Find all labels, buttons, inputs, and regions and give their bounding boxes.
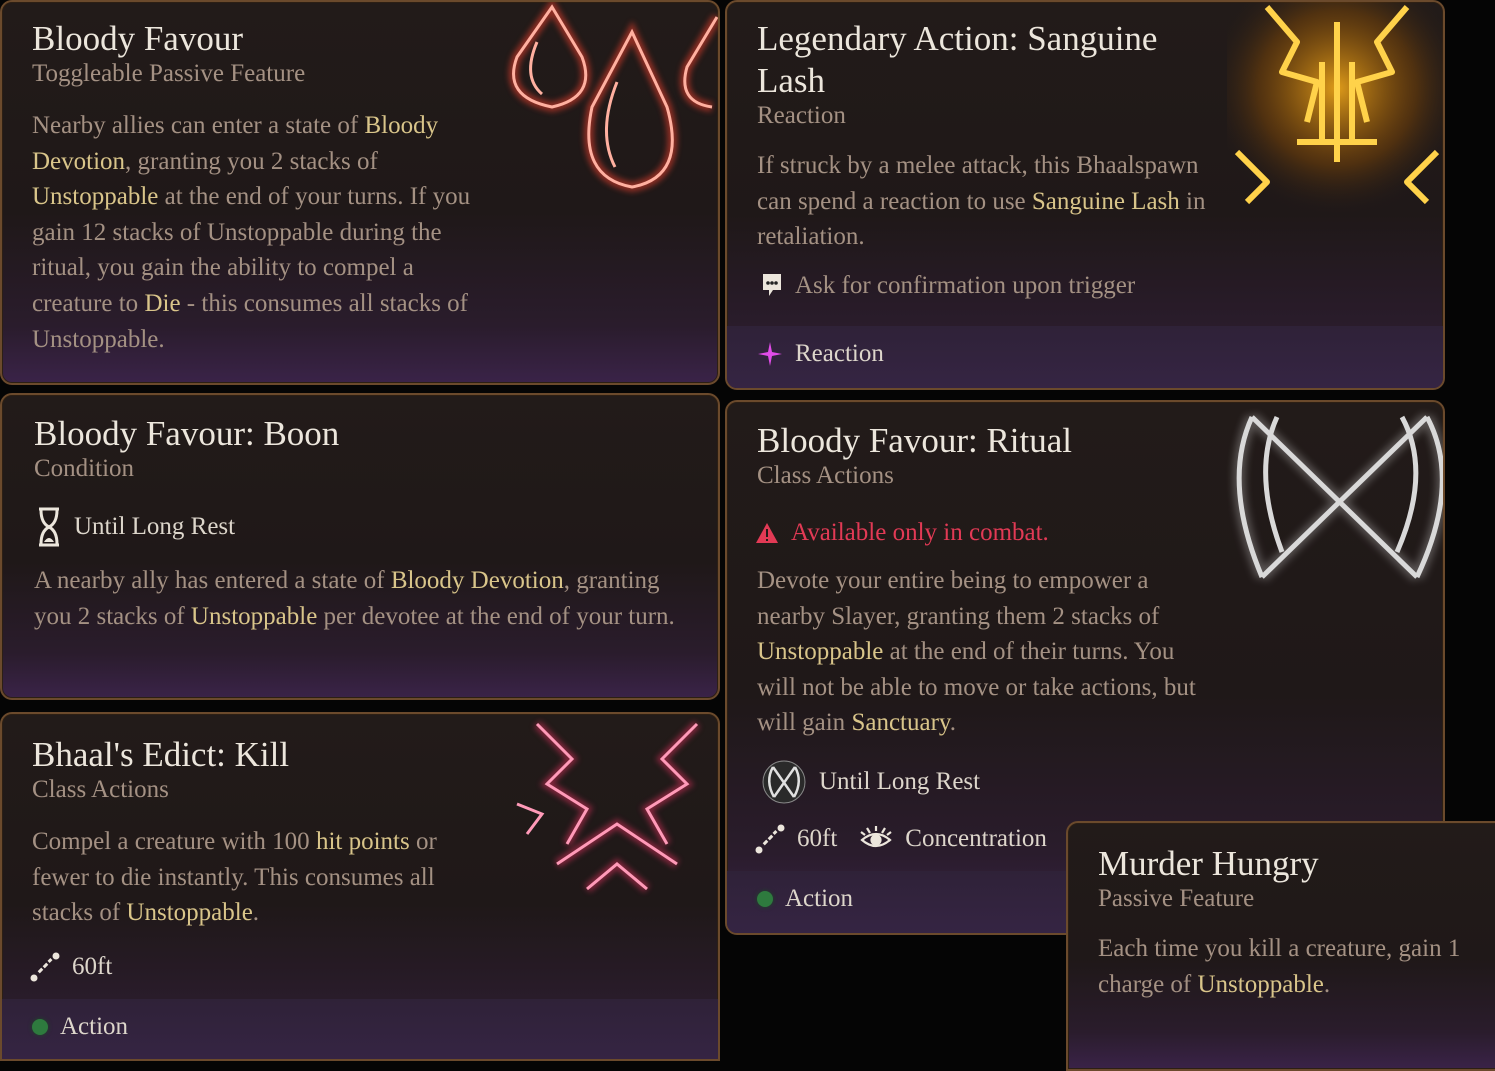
card-description: Compel a creature with 100 hit points or… (32, 824, 492, 931)
card-description: A nearby ally has entered a state of Blo… (34, 563, 694, 634)
tooltip-bloody-favour-boon: Bloody Favour: Boon Condition Until Long… (0, 393, 720, 700)
keyword-highlight: Unstoppable (757, 638, 884, 666)
tooltip-murder-hungry: Murder Hungry Passive Feature Each time … (1066, 821, 1495, 1071)
warning-icon (755, 522, 779, 544)
card-subtitle: Reaction (757, 102, 846, 129)
description-text: , granting you 2 stacks of (125, 147, 378, 175)
tooltip-bhaals-edict-kill: Bhaal's Edict: Kill Class Actions Compel… (0, 712, 720, 1061)
range-row: 60ft Concentration (755, 824, 1047, 854)
range-row: 60ft (30, 952, 112, 982)
concentration-icon (859, 824, 893, 854)
range-label: 60ft (72, 953, 113, 980)
description-text: per devotee at the end of your turn. (317, 602, 675, 630)
bhaal-skull-icon (497, 714, 718, 914)
description-text: Devote your entire being to empower a ne… (757, 567, 1160, 630)
concentration-label: Concentration (905, 825, 1047, 852)
description-text: . (1323, 970, 1331, 998)
keyword-highlight: Die (144, 289, 181, 317)
keyword-highlight: Sanctuary (851, 709, 950, 737)
card-subtitle: Passive Feature (1098, 885, 1255, 912)
combat-warning: Available only in combat. (755, 519, 1049, 547)
reaction-star-icon (757, 341, 783, 367)
card-title: Bhaal's Edict: Kill (32, 735, 290, 774)
card-subtitle: Condition (34, 455, 135, 482)
action-type-label: Action (60, 1013, 129, 1040)
action-type-label: Action (785, 885, 854, 912)
keyword-highlight: Bloody Devotion (390, 567, 564, 594)
duration-label: Until Long Rest (74, 513, 236, 540)
crossed-scythes-small-icon (761, 759, 807, 805)
description-text: Compel a creature with 100 (32, 828, 316, 855)
prompt-label: Ask for confirmation upon trigger (795, 272, 1136, 299)
description-text: Nearby allies can enter a state of (32, 112, 365, 139)
action-dot-icon (757, 891, 773, 907)
card-title: Murder Hungry (1098, 844, 1319, 883)
card-title: Bloody Favour (32, 19, 243, 58)
description-text: . (949, 709, 957, 737)
card-subtitle: Class Actions (757, 462, 894, 489)
description-text: . (252, 899, 260, 927)
tooltip-legendary-action: Legendary Action: Sanguine Lash Reaction… (725, 0, 1445, 390)
confirmation-prompt: Ask for confirmation upon trigger (761, 272, 1135, 300)
keyword-highlight: Unstoppable (190, 602, 318, 630)
keyword-highlight: hit points (315, 828, 410, 855)
sanguine-lash-icon (1227, 2, 1443, 217)
keyword-highlight: Unstoppable (1197, 970, 1324, 998)
card-title: Legendary Action: Sanguine Lash (757, 19, 1158, 100)
range-label: 60ft (797, 825, 838, 852)
action-dot-icon (32, 1019, 48, 1035)
warning-label: Available only in combat. (791, 519, 1049, 546)
card-title: Bloody Favour: Ritual (757, 421, 1072, 460)
card-subtitle: Class Actions (32, 776, 169, 803)
speech-bubble-icon (761, 272, 783, 300)
tooltip-bloody-favour: Bloody Favour Toggleable Passive Feature… (0, 0, 720, 385)
duration-row: Until Long Rest (36, 507, 235, 547)
keyword-highlight: Unstoppable (32, 183, 159, 211)
range-icon (755, 824, 785, 854)
card-title: Bloody Favour: Boon (34, 414, 340, 453)
hourglass-icon (36, 507, 62, 547)
card-description: Nearby allies can enter a state of Blood… (32, 108, 492, 357)
card-description: Each time you kill a creature, gain 1 ch… (1098, 931, 1495, 1002)
duration-label: Until Long Rest (819, 768, 981, 795)
blood-drops-icon (497, 2, 718, 202)
description-text: A nearby ally has entered a state of (34, 567, 391, 594)
keyword-highlight: Sanguine Lash (1031, 187, 1180, 215)
range-icon (30, 952, 60, 982)
action-type-label: Reaction (795, 340, 884, 367)
card-footer: Reaction (727, 326, 1443, 388)
card-description: Devote your entire being to empower a ne… (757, 563, 1217, 741)
keyword-highlight: Unstoppable (126, 899, 253, 927)
crossed-scythes-icon (1222, 402, 1443, 592)
card-footer: Action (2, 999, 718, 1059)
duration-row: Until Long Rest (761, 759, 980, 805)
card-subtitle: Toggleable Passive Feature (32, 60, 306, 87)
card-description: If struck by a melee attack, this Bhaals… (757, 148, 1217, 255)
